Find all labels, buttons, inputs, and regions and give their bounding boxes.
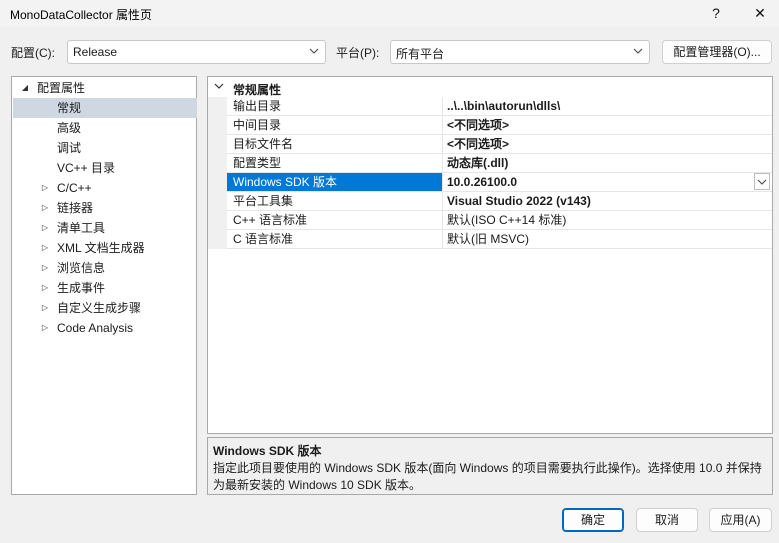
tree-item-label: XML 文档生成器 (57, 241, 145, 255)
section-header[interactable]: 常规属性 (208, 77, 772, 97)
config-manager-button[interactable]: 配置管理器(O)... (662, 40, 772, 64)
ok-button[interactable]: 确定 (562, 508, 624, 532)
section-title: 常规属性 (233, 83, 282, 97)
property-name: Windows SDK 版本 (227, 173, 443, 191)
property-value[interactable]: <不同选项> (447, 116, 772, 134)
tree-item[interactable]: ▷ C/C++ (13, 178, 197, 198)
collapsed-arrow-icon[interactable]: ▷ (39, 318, 51, 338)
tree-item[interactable]: ▷ 链接器 (13, 198, 197, 218)
chevron-down-icon (633, 48, 643, 54)
tree-item-label: 链接器 (57, 201, 94, 215)
property-value[interactable]: 默认(ISO C++14 标准) (447, 211, 772, 229)
tree-item[interactable]: 高级 (13, 118, 197, 138)
property-row[interactable]: 输出目录 ..\..\bin\autorun\dlls\ (227, 97, 772, 116)
property-name: 目标文件名 (227, 135, 443, 153)
close-button[interactable]: ✕ (742, 0, 778, 27)
tree-item-label: 自定义生成步骤 (57, 301, 142, 315)
description-text: 指定此项目要使用的 Windows SDK 版本(面向 Windows 的项目需… (213, 461, 762, 492)
tree-item[interactable]: 调试 (13, 138, 197, 158)
tree-item[interactable]: ▷ 清单工具 (13, 218, 197, 238)
property-row[interactable]: 平台工具集 Visual Studio 2022 (v143) (227, 192, 772, 211)
tree-item[interactable]: ▷ XML 文档生成器 (13, 238, 197, 258)
property-tree: ◢ 配置属性常规高级调试 VC++ 目录 ▷ C/C++ ▷ 链接器 ▷ 清单工具 ▷ XML 文档… (11, 76, 197, 495)
property-value[interactable]: 10.0.26100.0 (447, 173, 772, 191)
tree-item-label: 调试 (57, 141, 82, 155)
tree-item-label: 配置属性 (37, 81, 86, 95)
grid-indent-strip (208, 97, 227, 249)
collapsed-arrow-icon[interactable]: ▷ (39, 298, 51, 318)
property-name: 中间目录 (227, 116, 443, 134)
property-name: 输出目录 (227, 97, 443, 115)
expanded-arrow-icon[interactable]: ◢ (19, 78, 31, 98)
collapsed-arrow-icon[interactable]: ▷ (39, 178, 51, 198)
tree-item-label: 生成事件 (57, 281, 106, 295)
tree-item[interactable]: ▷ 自定义生成步骤 (13, 298, 197, 318)
tree-item-label: 清单工具 (57, 221, 106, 235)
tree-item-label: 常规 (57, 101, 82, 115)
tree-item-label: Code Analysis (57, 321, 134, 335)
tree-item[interactable]: VC++ 目录 (13, 158, 197, 178)
config-label: 配置(C): (11, 46, 55, 60)
property-value[interactable]: 默认(旧 MSVC) (447, 230, 772, 248)
tree-item[interactable]: ▷ 生成事件 (13, 278, 197, 298)
property-name: C++ 语言标准 (227, 211, 443, 229)
tree-item[interactable]: ◢ 配置属性 (13, 78, 197, 98)
property-row[interactable]: 配置类型 动态库(.dll) (227, 154, 772, 173)
chevron-down-icon (757, 179, 767, 185)
title-bar: MonoDataCollector 属性页 ? ✕ (0, 0, 779, 27)
property-grid: 常规属性 输出目录 ..\..\bin\autorun\dlls\ 中间目录 <不同选… (207, 76, 773, 434)
tree-item[interactable]: ▷ Code Analysis (13, 318, 197, 338)
property-row[interactable]: C++ 语言标准 默认(ISO C++14 标准) (227, 211, 772, 230)
property-value[interactable]: Visual Studio 2022 (v143) (447, 192, 772, 210)
cancel-button[interactable]: 取消 (636, 508, 698, 532)
property-row[interactable]: Windows SDK 版本 10.0.26100.0 (227, 173, 772, 192)
apply-button[interactable]: 应用(A) (709, 508, 772, 532)
tree-item-label: C/C++ (57, 181, 92, 195)
tree-item[interactable]: ▷ 浏览信息 (13, 258, 197, 278)
tree-item[interactable]: 常规 (13, 98, 197, 118)
config-dropdown[interactable]: Release (67, 40, 326, 64)
window-title: MonoDataCollector 属性页 (10, 8, 153, 22)
collapsed-arrow-icon[interactable]: ▷ (39, 198, 51, 218)
platform-dropdown[interactable]: 所有平台 (390, 40, 650, 64)
collapsed-arrow-icon[interactable]: ▷ (39, 278, 51, 298)
platform-label: 平台(P): (336, 46, 380, 60)
config-value: Release (73, 45, 118, 59)
tree-item-label: 高级 (57, 121, 82, 135)
property-row[interactable]: C 语言标准 默认(旧 MSVC) (227, 230, 772, 249)
collapsed-arrow-icon[interactable]: ▷ (39, 238, 51, 258)
value-dropdown-button[interactable] (754, 173, 770, 190)
property-row[interactable]: 目标文件名 <不同选项> (227, 135, 772, 154)
collapsed-arrow-icon[interactable]: ▷ (39, 258, 51, 278)
help-button[interactable]: ? (700, 0, 732, 27)
property-row[interactable]: 中间目录 <不同选项> (227, 116, 772, 135)
platform-value: 所有平台 (396, 47, 445, 61)
collapsed-arrow-icon[interactable]: ▷ (39, 218, 51, 238)
property-name: C 语言标准 (227, 230, 443, 248)
property-value[interactable]: <不同选项> (447, 135, 772, 153)
collapse-icon[interactable] (212, 79, 226, 93)
property-name: 平台工具集 (227, 192, 443, 210)
tree-item-label: 浏览信息 (57, 261, 106, 275)
property-value[interactable]: 动态库(.dll) (447, 154, 772, 172)
property-value[interactable]: ..\..\bin\autorun\dlls\ (447, 97, 772, 115)
tree-item-label: VC++ 目录 (57, 161, 116, 175)
description-panel: Windows SDK 版本 指定此项目要使用的 Windows SDK 版本(… (207, 437, 773, 495)
description-title: Windows SDK 版本 (213, 444, 322, 458)
chevron-down-icon (309, 48, 319, 54)
property-name: 配置类型 (227, 154, 443, 172)
